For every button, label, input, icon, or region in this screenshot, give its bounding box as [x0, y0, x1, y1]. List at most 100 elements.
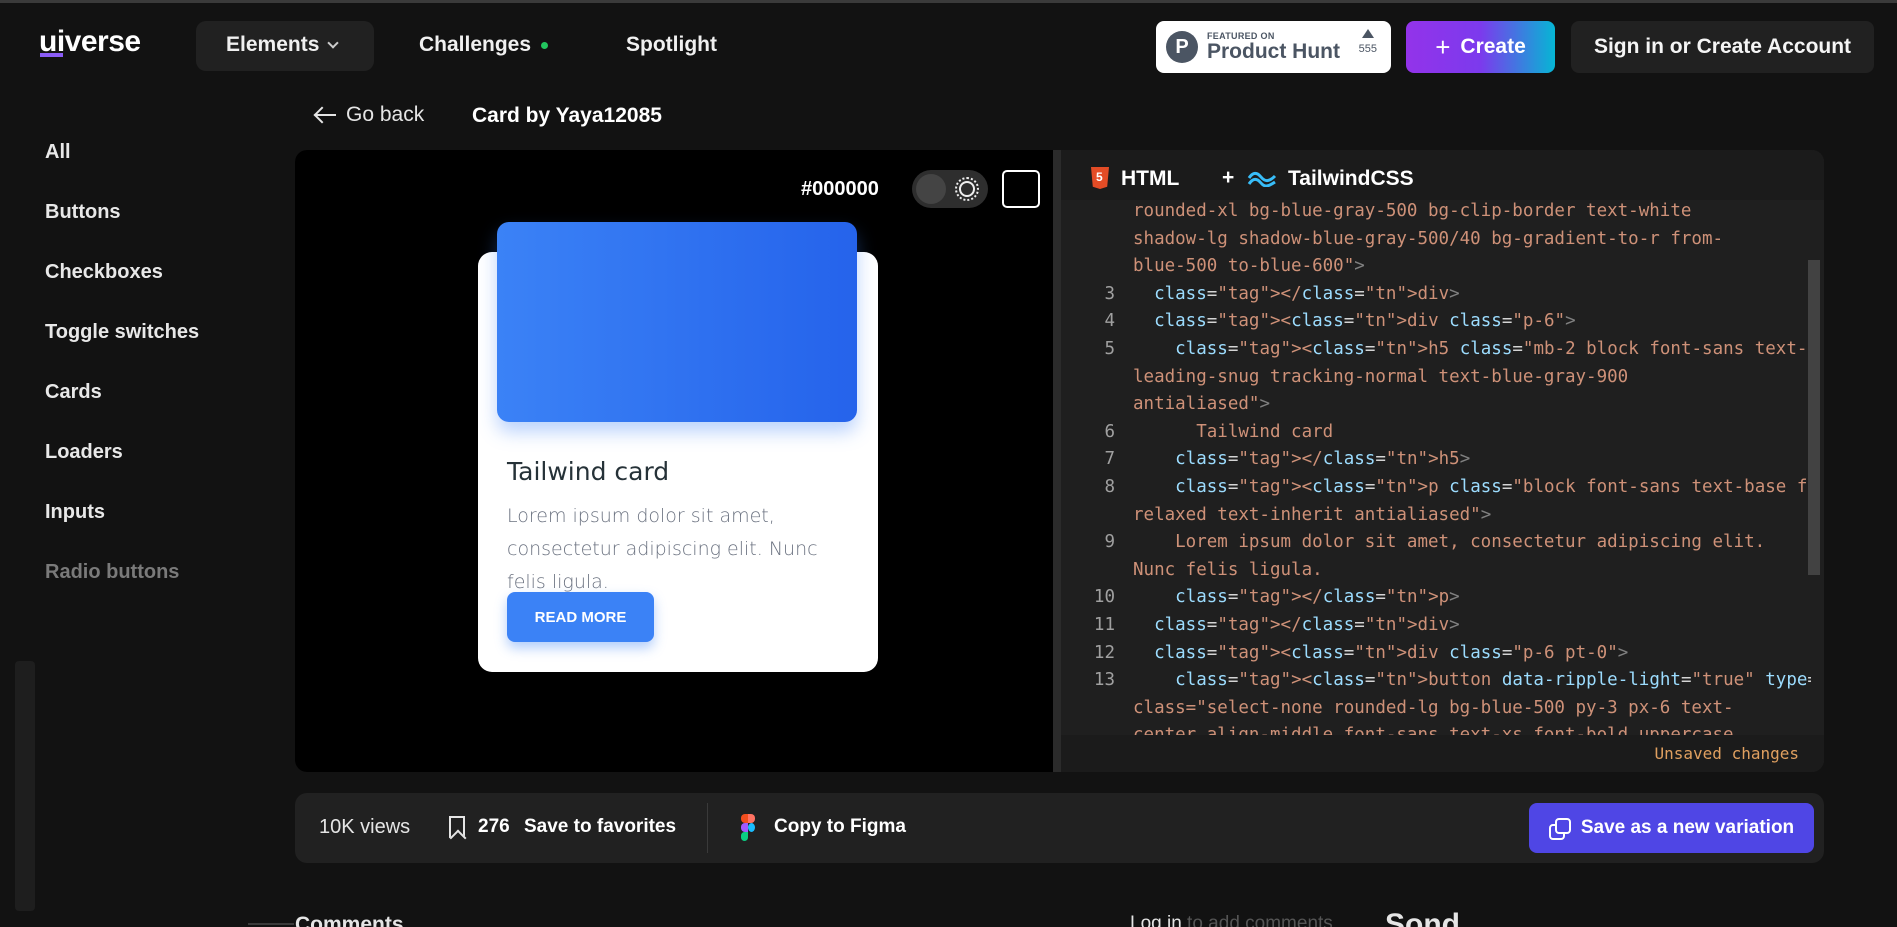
- code-text: class="tag"><class="tn">button data-ripp…: [1175, 670, 1811, 691]
- code-line: 13 class="tag"><class="tn">button data-r…: [1061, 670, 1811, 697]
- code-header: HTML + TailwindCSS: [1061, 150, 1824, 200]
- sidebar-item-all[interactable]: All: [45, 141, 71, 164]
- action-bar: 10K views 276 Save to favorites Copy to …: [295, 793, 1824, 863]
- logo-accent: ui: [39, 25, 65, 58]
- uiverse-logo[interactable]: uiverse: [39, 25, 141, 59]
- code-text: class="tag"></class="tn">div>: [1154, 615, 1460, 635]
- read-more-button[interactable]: READ MORE: [507, 592, 654, 642]
- go-back-link[interactable]: Go back: [316, 103, 424, 127]
- nav-elements-dropdown[interactable]: Elements: [226, 33, 340, 57]
- code-text: class="tag"></class="tn">p>: [1175, 587, 1460, 608]
- card-title: Tailwind card: [507, 457, 670, 486]
- ph-name: Product Hunt: [1207, 40, 1340, 63]
- line-number: 10: [1093, 587, 1115, 608]
- sidebar-item-loaders[interactable]: Loaders: [45, 441, 123, 464]
- code-line: 3 class="tag"></class="tn">div>: [1061, 284, 1811, 311]
- signin-button[interactable]: Sign in or Create Account: [1571, 21, 1874, 73]
- chevron-down-icon: [327, 36, 340, 49]
- sidebar-scrollbar[interactable]: [15, 661, 35, 911]
- code-text: relaxed text-inherit antialiased">: [1133, 504, 1492, 525]
- logo-text: verse: [64, 25, 141, 58]
- code-text: class="tag"><class="tn">p class="block f…: [1175, 477, 1811, 497]
- sidebar-item-inputs[interactable]: Inputs: [45, 501, 105, 524]
- sidebar-item-toggle-switches[interactable]: Toggle switches: [45, 321, 199, 344]
- partial-heading: Sond: [1385, 908, 1460, 927]
- code-editor[interactable]: HTML + TailwindCSS rounded-xl bg-blue-gr…: [1061, 150, 1824, 772]
- code-text: center align-middle font-sans text-xs fo…: [1133, 725, 1734, 735]
- new-indicator-dot: [541, 41, 549, 49]
- code-line: shadow-lg shadow-blue-gray-500/40 bg-gra…: [1061, 229, 1811, 256]
- favorites-count: 276: [478, 816, 510, 837]
- line-number: 7: [1104, 449, 1115, 470]
- product-hunt-badge[interactable]: P FEATURED ON Product Hunt 555: [1156, 21, 1391, 73]
- line-number: 5: [1104, 339, 1115, 359]
- nav-challenges[interactable]: Challenges: [419, 33, 549, 57]
- code-framework-label: TailwindCSS: [1288, 167, 1414, 190]
- code-footer: Unsaved changes: [1061, 735, 1824, 772]
- background-color-value: #000000: [801, 178, 879, 200]
- theme-toggle[interactable]: [912, 170, 988, 208]
- code-line: 4 class="tag"><class="tn">div class="p-6…: [1061, 311, 1811, 338]
- code-text: Lorem ipsum dolor sit amet, consectetur …: [1133, 532, 1766, 553]
- code-text: class="select-none rounded-lg bg-blue-50…: [1133, 697, 1734, 718]
- figma-icon: [741, 814, 755, 841]
- save-variation-label: Save as a new variation: [1580, 817, 1795, 838]
- sidebar-item-buttons[interactable]: Buttons: [45, 201, 121, 224]
- divider: [707, 803, 708, 853]
- code-text: class="tag"></class="tn">div>: [1154, 283, 1460, 304]
- sidebar-item-checkboxes[interactable]: Checkboxes: [45, 261, 163, 284]
- bookmark-icon[interactable]: [449, 816, 465, 838]
- copy-icon: [1548, 818, 1571, 840]
- background-color-picker[interactable]: [1002, 170, 1040, 208]
- code-line: Nunc felis ligula.: [1061, 560, 1811, 587]
- save-to-favorites-button[interactable]: Save to favorites: [524, 816, 676, 838]
- tailwind-card: Tailwind card Lorem ipsum dolor sit amet…: [478, 222, 878, 672]
- nav-spotlight[interactable]: Spotlight: [626, 33, 717, 57]
- sidebar-item-cards[interactable]: Cards: [45, 381, 102, 404]
- login-hint-text: to add comments: [1181, 913, 1333, 927]
- code-line: 9 Lorem ipsum dolor sit amet, consectetu…: [1061, 532, 1811, 559]
- code-line: 7 class="tag"></class="tn">h5>: [1061, 449, 1811, 476]
- code-text: leading-snug tracking-normal text-blue-g…: [1133, 366, 1629, 387]
- code-line: antialiased">: [1061, 394, 1811, 421]
- nav-spotlight-label: Spotlight: [626, 33, 717, 56]
- top-navigation: uiverse Elements Challenges Spotlight P …: [0, 3, 1897, 89]
- line-number: 6: [1104, 421, 1115, 442]
- product-hunt-icon: P: [1166, 31, 1198, 63]
- nav-challenges-label: Challenges: [419, 33, 532, 56]
- sun-icon: [955, 177, 979, 201]
- code-line: relaxed text-inherit antialiased">: [1061, 505, 1811, 532]
- nav-elements-label: Elements: [226, 33, 320, 56]
- login-link[interactable]: Log in: [1130, 913, 1182, 927]
- line-number: 11: [1093, 615, 1115, 635]
- comments-underline: [248, 923, 294, 925]
- create-button[interactable]: + Create: [1406, 21, 1555, 73]
- plus-icon: +: [1435, 32, 1451, 62]
- tailwind-icon: [1247, 171, 1277, 187]
- line-number: 9: [1104, 532, 1115, 553]
- page-title: Card by Yaya12085: [472, 104, 662, 127]
- panel-splitter[interactable]: [1053, 150, 1061, 772]
- code-body[interactable]: rounded-xl bg-blue-gray-500 bg-clip-bord…: [1061, 195, 1811, 735]
- code-line: class="select-none rounded-lg bg-blue-50…: [1061, 698, 1811, 725]
- code-line: 8 class="tag"><class="tn">p class="block…: [1061, 477, 1811, 504]
- unsaved-changes-label: Unsaved changes: [1654, 744, 1800, 763]
- code-language-label: HTML: [1121, 167, 1180, 190]
- save-variation-button[interactable]: Save as a new variation: [1529, 803, 1814, 853]
- code-text: rounded-xl bg-blue-gray-500 bg-clip-bord…: [1133, 201, 1692, 221]
- code-line: rounded-xl bg-blue-gray-500 bg-clip-bord…: [1061, 201, 1811, 228]
- code-text: class="tag"></class="tn">h5>: [1175, 449, 1471, 470]
- html5-icon: [1091, 167, 1109, 189]
- code-text: blue-500 to-blue-600">: [1133, 256, 1365, 277]
- code-line: 12 class="tag"><class="tn">div class="p-…: [1061, 643, 1811, 670]
- code-scrollbar[interactable]: [1808, 260, 1820, 575]
- sidebar-item-radio-buttons[interactable]: Radio buttons: [45, 561, 179, 584]
- card-text: Lorem ipsum dolor sit amet, consectetur …: [507, 505, 818, 593]
- create-label: Create: [1460, 35, 1526, 58]
- comments-heading: Comments: [295, 913, 404, 927]
- code-text: Tailwind card: [1133, 421, 1334, 442]
- copy-to-figma-button[interactable]: Copy to Figma: [774, 816, 906, 838]
- code-text: class="tag"><class="tn">div class="p-6 p…: [1154, 642, 1629, 663]
- code-line: blue-500 to-blue-600">: [1061, 256, 1811, 283]
- code-line: 6 Tailwind card: [1061, 422, 1811, 449]
